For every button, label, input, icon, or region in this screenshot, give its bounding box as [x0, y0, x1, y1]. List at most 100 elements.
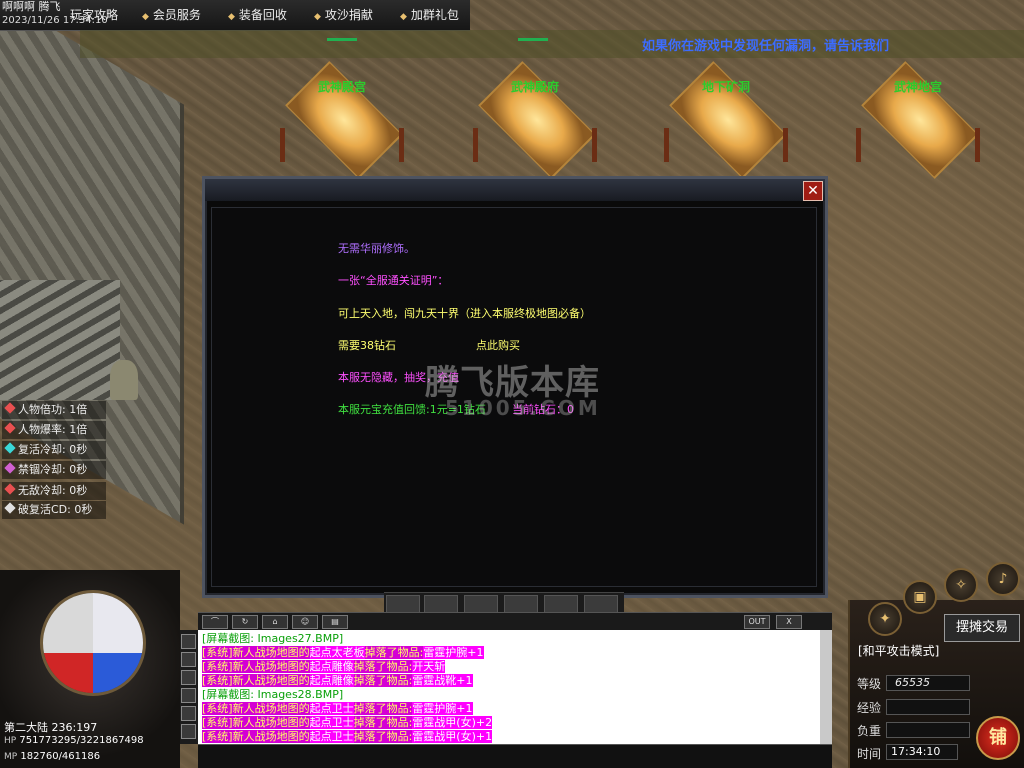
menu-group-gift[interactable]: ◆ 加群礼包 — [400, 6, 459, 23]
chat-side-icons — [178, 630, 198, 744]
hp-mp-orb — [40, 590, 146, 696]
chat-message: [系统]新人战场地图的起点太老板掉落了物品:雷霆护腕+1 — [202, 646, 484, 659]
skill-slot[interactable] — [584, 595, 618, 613]
speaker-icon[interactable] — [181, 634, 196, 649]
chat-message: [系统]新人战场地图的起点雕像掉落了物品:雷霆战靴+1 — [202, 674, 473, 687]
portal-3[interactable]: 地下矿洞 — [656, 58, 796, 179]
diamond-icon: ◆ — [228, 12, 235, 22]
statue[interactable] — [110, 360, 138, 400]
post — [473, 128, 478, 162]
skill-slot[interactable] — [544, 595, 578, 613]
menu-vip[interactable]: ◆ 会员服务 — [142, 6, 201, 23]
dialog-line: 可上天入地，闯九天十界（进入本服终极地图必备） — [338, 307, 591, 320]
map-location: 第二大陆 236:197 — [4, 721, 98, 734]
character-icon[interactable]: ✦ — [868, 602, 902, 636]
mp-fill — [93, 593, 143, 693]
player-name: 啊啊啊 腾飞 — [2, 0, 61, 13]
camera-icon[interactable] — [181, 724, 196, 739]
trade-stall-button[interactable]: 摆摊交易 — [944, 614, 1020, 642]
chat-refresh-icon[interactable]: ↻ — [232, 615, 258, 629]
chat-scrollbar[interactable] — [820, 630, 832, 744]
close-button[interactable]: ✕ — [803, 181, 823, 201]
watermark-url: 51005.COM — [445, 396, 601, 420]
skill-icon[interactable]: ✧ — [944, 568, 978, 602]
portal-name: 武神地宫 — [893, 80, 942, 94]
portal-name: 武神殿宫 — [317, 80, 366, 94]
skill-slot[interactable] — [464, 595, 498, 613]
skill-slot[interactable] — [386, 595, 420, 613]
portal-name: 武神殿府 — [510, 80, 559, 94]
menu-recycle[interactable]: ◆ 装备回收 — [228, 6, 287, 23]
skill-slot[interactable] — [504, 595, 538, 613]
status-drop-rate: 人物爆率: 1倍 — [2, 421, 106, 439]
chat-input[interactable] — [198, 744, 832, 768]
menu-guide[interactable]: 玩家攻略 — [70, 6, 118, 23]
diamond-icon — [4, 442, 16, 454]
chat-out-button[interactable]: OUT — [744, 615, 770, 629]
status-break-revive-cd: 破复活CD: 0秒 — [2, 501, 106, 519]
chat-message: [系统]新人战场地图的起点卫士掉落了物品:雷霆护腕+1 — [202, 702, 473, 715]
post — [399, 128, 404, 162]
npc-marker — [518, 38, 548, 41]
weight-bar — [886, 722, 970, 738]
post — [783, 128, 788, 162]
game-scene[interactable]: 啊啊啊 腾飞 2023/11/26 17:34:10 玩家攻略 ◆ 会员服务 ◆ 装… — [0, 0, 1024, 768]
menu-donate[interactable]: ◆ 攻沙捐献 — [314, 6, 373, 23]
hp-fill — [43, 593, 93, 693]
diamond-icon: ◆ — [314, 12, 321, 22]
bug-report-notice: 如果你在游戏中发现任何漏洞，请告诉我们 — [642, 39, 890, 54]
chat-icon[interactable] — [181, 652, 196, 667]
post — [856, 128, 861, 162]
post — [975, 128, 980, 162]
attack-mode[interactable]: [和平攻击模式] — [858, 642, 939, 659]
chat-close-button[interactable]: X — [776, 615, 802, 629]
diamond-icon: ◆ — [400, 12, 407, 22]
exp-bar — [886, 699, 970, 715]
diamond-icon — [4, 502, 16, 514]
diamond-icon — [4, 402, 16, 414]
status-invincible-cooldown: 无敌冷却: 0秒 — [2, 482, 106, 500]
status-bind-cooldown: 禁锢冷却: 0秒 — [2, 461, 106, 479]
portal-4[interactable]: 武神地宫 — [848, 58, 988, 179]
status-revive-cooldown: 复活冷却: 0秒 — [2, 441, 106, 459]
status-exp-multiplier: 人物倍功: 1倍 — [2, 401, 106, 419]
chat-message: [屏幕截图: Images27.BMP] — [202, 632, 344, 645]
stone-stairs — [0, 280, 120, 400]
skill-bar — [384, 592, 624, 613]
portal-name: 地下矿洞 — [701, 80, 750, 94]
sound-icon[interactable]: ♪ — [986, 562, 1020, 596]
dialog-line: 无需华丽修饰。 — [338, 242, 415, 255]
guild-icon[interactable] — [181, 688, 196, 703]
chat-emote-icon[interactable]: ☺ — [292, 615, 318, 629]
post — [664, 128, 669, 162]
buy-link[interactable]: 点此购买 — [476, 337, 520, 353]
diamond-icon: ◆ — [142, 12, 149, 22]
level-label: 等级 — [857, 677, 882, 691]
chat-message: [系统]新人战场地图的起点卫士掉落了物品:雷霆战甲(女)+1 — [202, 730, 493, 743]
bag-icon[interactable]: ▣ — [903, 580, 937, 614]
group-icon[interactable] — [181, 670, 196, 685]
hp-readout: HP 751773295/3221867498 — [4, 735, 144, 746]
npc-marker — [327, 38, 357, 41]
mp-readout: MP 182760/461186 — [4, 751, 101, 762]
post — [592, 128, 597, 162]
chat-setting-icon[interactable]: ▤ — [322, 615, 348, 629]
portal-2[interactable]: 武神殿府 — [465, 58, 605, 179]
chat-message: [系统]新人战场地图的起点雕像掉落了物品:开天斩 — [202, 660, 446, 673]
shop-button[interactable]: 铺 — [976, 716, 1020, 760]
diamond-icon — [4, 462, 16, 474]
dialog-titlebar[interactable]: ✕ — [205, 179, 825, 201]
post — [280, 128, 285, 162]
friend-icon[interactable] — [181, 706, 196, 721]
time-label: 时间 — [857, 747, 882, 761]
chat-channel-icon[interactable]: ⌂ — [262, 615, 288, 629]
dialog-line: 一张“全服通关证明”： — [338, 274, 449, 287]
diamond-icon — [4, 422, 16, 434]
chat-filter-icon[interactable]: ⌒ — [202, 615, 228, 629]
diamond-icon — [4, 483, 16, 495]
level-value: 65535 — [886, 675, 970, 691]
chat-log[interactable]: [屏幕截图: Images27.BMP] [系统]新人战场地图的起点太老板掉落了… — [198, 630, 832, 744]
skill-slot[interactable] — [424, 595, 458, 613]
portal-1[interactable]: 武神殿宫 — [272, 58, 412, 179]
chat-message: [系统]新人战场地图的起点卫士掉落了物品:雷霆战甲(女)+2 — [202, 716, 493, 729]
